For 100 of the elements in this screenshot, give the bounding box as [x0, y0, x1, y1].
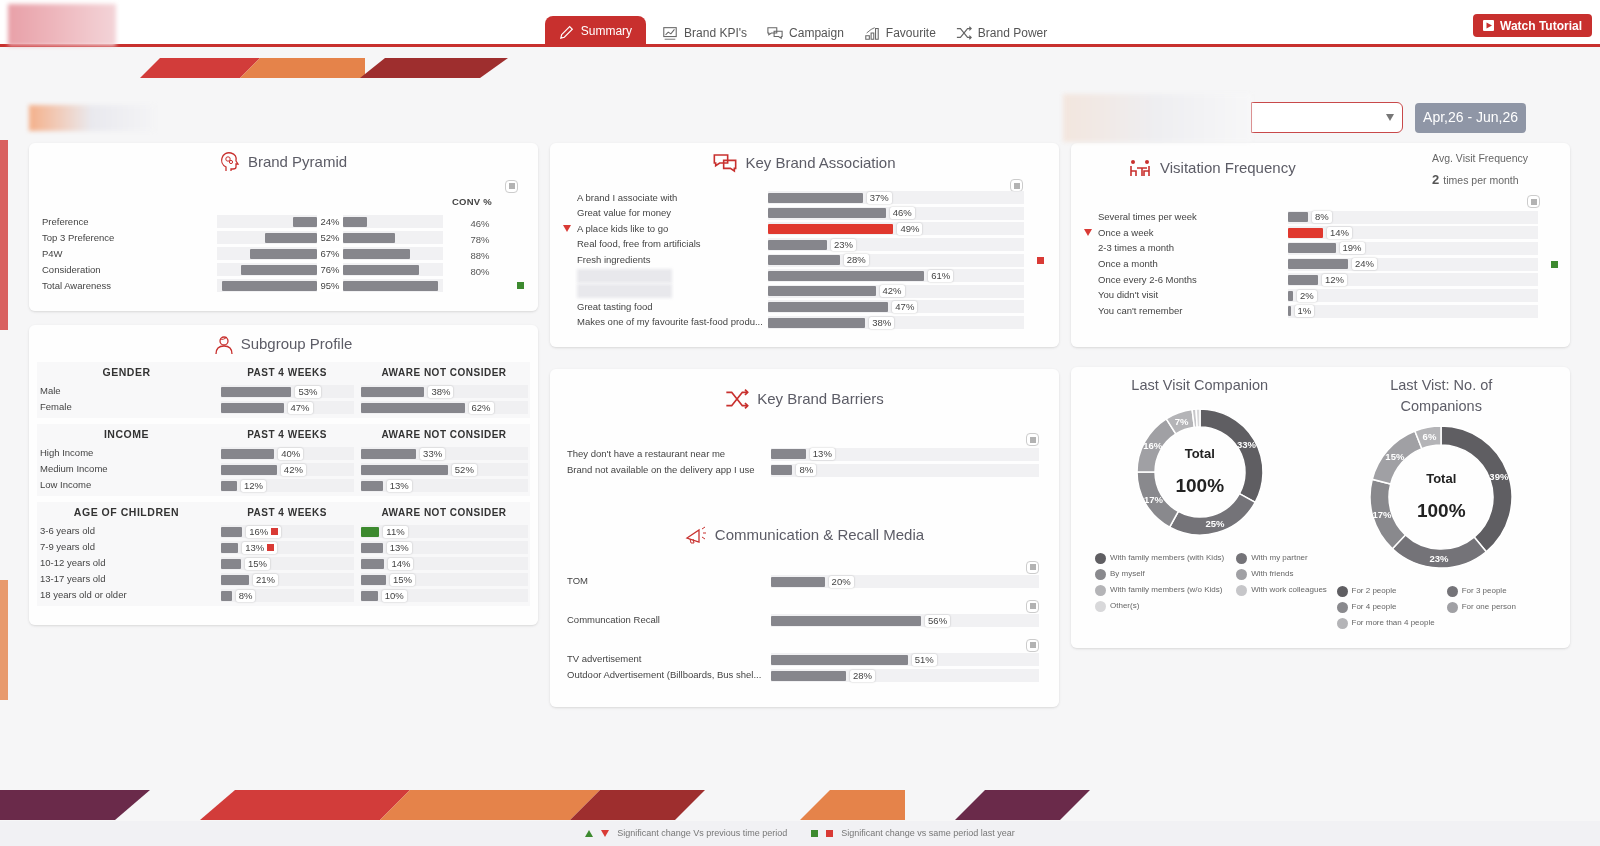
card-title: Last Visit Companion — [1130, 376, 1270, 395]
chart-menu-button[interactable] — [505, 179, 518, 193]
legend-label: With family members (with Kids) — [1110, 552, 1225, 564]
legend-label: For more than 4 people — [1351, 617, 1435, 629]
bar-value: 47% — [287, 401, 313, 414]
brand-dropdown[interactable] — [1251, 102, 1404, 133]
column-header: AWARE NOT CONSIDER — [380, 506, 508, 520]
bar-value: 42% — [879, 285, 905, 298]
card-title: Brand Pyramid — [247, 152, 348, 172]
row-label: Preference — [41, 214, 90, 229]
bar-value: 23% — [830, 238, 856, 251]
legend-label: Significant change vs same period last year — [841, 826, 1015, 840]
legend-label: Significant change Vs previous time period — [617, 826, 788, 840]
bar-value: 40% — [278, 447, 304, 460]
watch-tutorial-button[interactable]: Watch Tutorial — [1473, 14, 1592, 37]
bar-value: 38% — [869, 316, 895, 329]
avg-visit-label: Avg. Visit Frequency — [1432, 151, 1528, 166]
megaphone-icon — [684, 524, 707, 547]
bar-value: 12% — [1322, 273, 1347, 286]
bar-value: 13% — [809, 448, 835, 460]
chart-menu-button[interactable] — [1026, 433, 1039, 446]
chat-bubbles-icon — [767, 25, 784, 41]
bar-value: 56% — [925, 614, 951, 627]
row-label: Once a month — [1098, 257, 1158, 272]
legend-label: For 2 people — [1351, 585, 1397, 597]
row-label: Real food, free from artificials — [577, 237, 701, 252]
shuffle-icon — [725, 387, 750, 411]
row-label: Brand not available on the delivery app I use — [567, 462, 755, 477]
column-header: PAST 4 WEEKS — [246, 366, 328, 380]
chart-menu-button[interactable] — [1026, 638, 1039, 652]
bar-value: 13% — [242, 541, 278, 554]
row-label: Once a week — [1098, 225, 1154, 240]
legend-label: By myself — [1110, 568, 1145, 580]
row-label: A brand I associate with — [577, 190, 678, 205]
row-label: Consideration — [41, 262, 102, 277]
slice-label: 16% — [1142, 440, 1162, 452]
slice-label: 33% — [1236, 439, 1256, 450]
conversion-value: 80% — [470, 265, 490, 277]
bar-value: 38% — [428, 385, 454, 398]
row-label: 2-3 times a month — [1098, 241, 1175, 256]
row-label: Male — [39, 384, 62, 399]
bar-fill — [265, 232, 317, 243]
bar-value: 15% — [390, 573, 416, 586]
bar-value: 14% — [1327, 226, 1352, 239]
conversion-value: 78% — [470, 233, 490, 245]
nav-tab[interactable]: Campaign — [759, 20, 852, 46]
bar-value: 42% — [280, 463, 306, 476]
bar-value: 28% — [843, 254, 869, 267]
nav-tab[interactable]: Brand Power — [947, 20, 1056, 46]
down-square-icon — [826, 830, 834, 837]
bar-value: 15% — [244, 557, 270, 570]
row-label: Top 3 Preference — [41, 230, 116, 245]
card-title: Visitation Frequency — [1160, 158, 1296, 178]
donut-center-label: Total — [1426, 470, 1457, 488]
nav-tab[interactable]: Summary — [544, 16, 647, 46]
bar-value: 47% — [892, 300, 918, 313]
nav-tab[interactable]: Favourite — [855, 20, 944, 46]
legend-label: With family members (w/o Kids) — [1110, 584, 1223, 596]
row-label: 10-12 years old — [39, 556, 107, 571]
bar-value: 12% — [240, 479, 266, 492]
column-header: CONV % — [451, 194, 493, 209]
row-label: 18 years old or older — [39, 588, 128, 603]
donut-center-value: 100% — [1416, 498, 1466, 523]
row-label: P4W — [41, 246, 64, 261]
row-label: High Income — [39, 446, 95, 461]
slice-label: 25% — [1205, 518, 1225, 530]
chat-bubbles-icon — [713, 151, 738, 175]
slice-label: 7% — [1174, 415, 1189, 427]
row-label: Low Income — [39, 478, 93, 493]
card-title: Last Vist: No. of Companions — [1389, 376, 1494, 416]
column-header: AWARE NOT CONSIDER — [380, 366, 508, 380]
bar-value: 10% — [381, 589, 407, 602]
bar-value: 24% — [1352, 258, 1377, 271]
person-icon — [214, 333, 233, 355]
bar-value: 14% — [388, 557, 414, 570]
bar-value: 28% — [850, 669, 876, 682]
avg-visit-unit: times per month — [1443, 172, 1519, 188]
bar-value: 16% — [246, 525, 282, 538]
legend-label: Other(s) — [1110, 600, 1140, 612]
row-label: Once every 2-6 Months — [1098, 272, 1197, 287]
chart-menu-button[interactable] — [1527, 195, 1540, 209]
row-label: TV advertisement — [567, 652, 642, 667]
conversion-value: 46% — [470, 217, 490, 229]
row-label: Fresh ingredients — [577, 253, 651, 268]
row-label: TOM — [567, 574, 588, 589]
row-label: You can't remember — [1098, 304, 1183, 319]
chart-menu-button[interactable] — [1026, 599, 1039, 613]
row-label: Female — [39, 400, 73, 415]
slice-label: 17% — [1372, 508, 1392, 520]
nav-tab[interactable]: Brand KPI's — [654, 20, 756, 46]
caret-icon — [1386, 114, 1395, 121]
bar-value: 52% — [451, 463, 477, 476]
down-triangle-icon — [601, 830, 610, 837]
bar-value: 20% — [828, 575, 854, 588]
bar-value: 61% — [928, 269, 954, 282]
card-title: Key Brand Barriers — [757, 388, 884, 409]
bar-value: 13% — [386, 479, 412, 492]
row-label: 7-9 years old — [39, 540, 96, 555]
row-label: Outdoor Advertisement (Billboards, Bus shel... — [567, 668, 762, 683]
chart-menu-button[interactable] — [1026, 560, 1039, 574]
